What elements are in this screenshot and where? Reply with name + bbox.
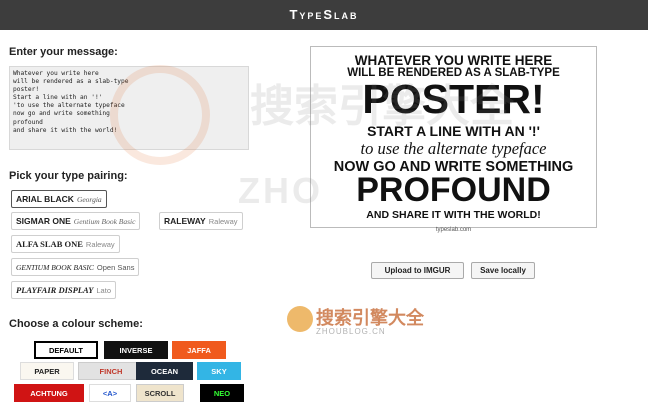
- poster-credit: typeslab.com: [435, 227, 472, 233]
- watermark-brand-bg: 搜索引擎大全: [250, 82, 514, 131]
- pairing-option-gentium-book-basic[interactable]: GENTIUM BOOK BASIC Open Sans: [11, 258, 140, 276]
- pairing-option-raleway[interactable]: RALEWAY Raleway: [159, 212, 243, 230]
- pairing-option-playfair-display[interactable]: PLAYFAIR DISPLAY Lato: [11, 281, 116, 299]
- colour-scheme-ocean[interactable]: OCEAN: [136, 362, 193, 380]
- pairing-secondary: Raleway: [85, 239, 115, 249]
- pairing-primary: SIGMAR ONE: [16, 216, 71, 226]
- watermark-seal-icon: [110, 65, 210, 165]
- colour-scheme-paper[interactable]: PAPER: [20, 362, 74, 380]
- save-locally-button[interactable]: Save locally: [471, 262, 535, 279]
- colour-scheme-finch[interactable]: FINCH: [78, 362, 144, 380]
- pairing-label: Pick your type pairing:: [9, 170, 128, 182]
- pairing-primary: GENTIUM BOOK BASIC: [16, 262, 94, 272]
- poster-line: PROFOUND: [356, 171, 551, 209]
- message-label: Enter your message:: [9, 46, 118, 58]
- colour-scheme-sky[interactable]: SKY: [197, 362, 241, 380]
- pairing-secondary: Lato: [96, 285, 111, 295]
- pairing-secondary: Open Sans: [96, 262, 135, 272]
- pairing-primary: ALFA SLAB ONE: [16, 239, 83, 249]
- app-title-bar: TypeSlab: [0, 0, 648, 30]
- pairing-option-alfa-slab-one[interactable]: ALFA SLAB ONE Raleway: [11, 235, 120, 253]
- colour-scheme-a[interactable]: <A>: [89, 384, 131, 402]
- pairing-primary: PLAYFAIR DISPLAY: [16, 285, 94, 295]
- colour-scheme-scroll[interactable]: SCROLL: [136, 384, 184, 402]
- pairing-primary: RALEWAY: [164, 216, 206, 226]
- poster-line: to use the alternate typeface: [360, 139, 547, 158]
- pairing-primary: ARIAL BLACK: [16, 194, 74, 204]
- pairing-secondary: Gentium Book Basic: [73, 216, 136, 226]
- colour-scheme-jaffa[interactable]: JAFFA: [172, 341, 226, 359]
- colour-scheme-default[interactable]: DEFAULT: [34, 341, 98, 359]
- app-title: TypeSlab: [289, 7, 359, 22]
- colour-scheme-achtung[interactable]: ACHTUNG: [14, 384, 84, 402]
- pairing-secondary: Georgia: [76, 194, 102, 204]
- watermark-site: ZHOUBLOG.CN: [316, 327, 386, 336]
- pairing-option-sigmar-one[interactable]: SIGMAR ONE Gentium Book Basic: [11, 212, 141, 230]
- poster-line: WHATEVER YOU WRITE HERE: [354, 53, 553, 68]
- pairing-option-arial-black[interactable]: ARIAL BLACK Georgia: [11, 190, 107, 208]
- upload-imgur-button[interactable]: Upload to IMGUR: [371, 262, 464, 279]
- watermark-logo-icon: [287, 306, 313, 332]
- poster-line: AND SHARE IT WITH THE WORLD!: [366, 209, 541, 221]
- colour-scheme-neo[interactable]: NEO: [200, 384, 244, 402]
- colour-scheme-inverse[interactable]: INVERSE: [104, 341, 168, 359]
- colour-label: Choose a colour scheme:: [9, 318, 143, 330]
- watermark-site-bg: ZHO: [238, 170, 323, 211]
- pairing-secondary: Raleway: [208, 216, 238, 226]
